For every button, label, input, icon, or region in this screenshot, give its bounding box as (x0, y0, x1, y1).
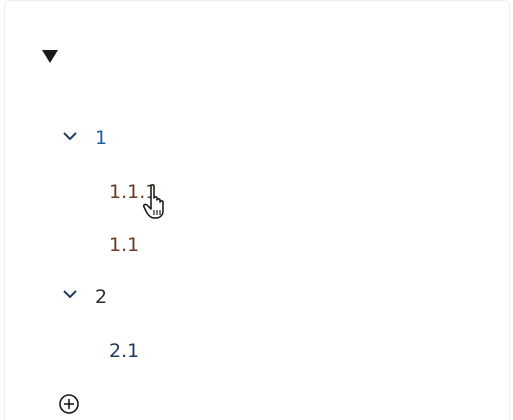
chevron-down-icon (63, 132, 77, 141)
node-1-expand-toggle[interactable] (61, 127, 79, 145)
root-collapse-toggle[interactable] (39, 46, 61, 66)
tree-panel: 1 1.1.1 1.1 2 2.1 (4, 0, 510, 420)
tree-node-1[interactable]: 1 (95, 127, 107, 149)
tree-node-1-1-1[interactable]: 1.1.1 (109, 181, 157, 203)
tree-node-2-1[interactable]: 2.1 (109, 340, 139, 362)
circle-plus-icon (59, 394, 79, 414)
tree-node-1-1[interactable]: 1.1 (109, 234, 139, 256)
triangle-down-icon (42, 50, 58, 63)
tree-node-2[interactable]: 2 (95, 286, 107, 308)
chevron-down-icon (63, 290, 77, 299)
add-node-button[interactable] (57, 392, 81, 416)
node-2-expand-toggle[interactable] (61, 285, 79, 303)
